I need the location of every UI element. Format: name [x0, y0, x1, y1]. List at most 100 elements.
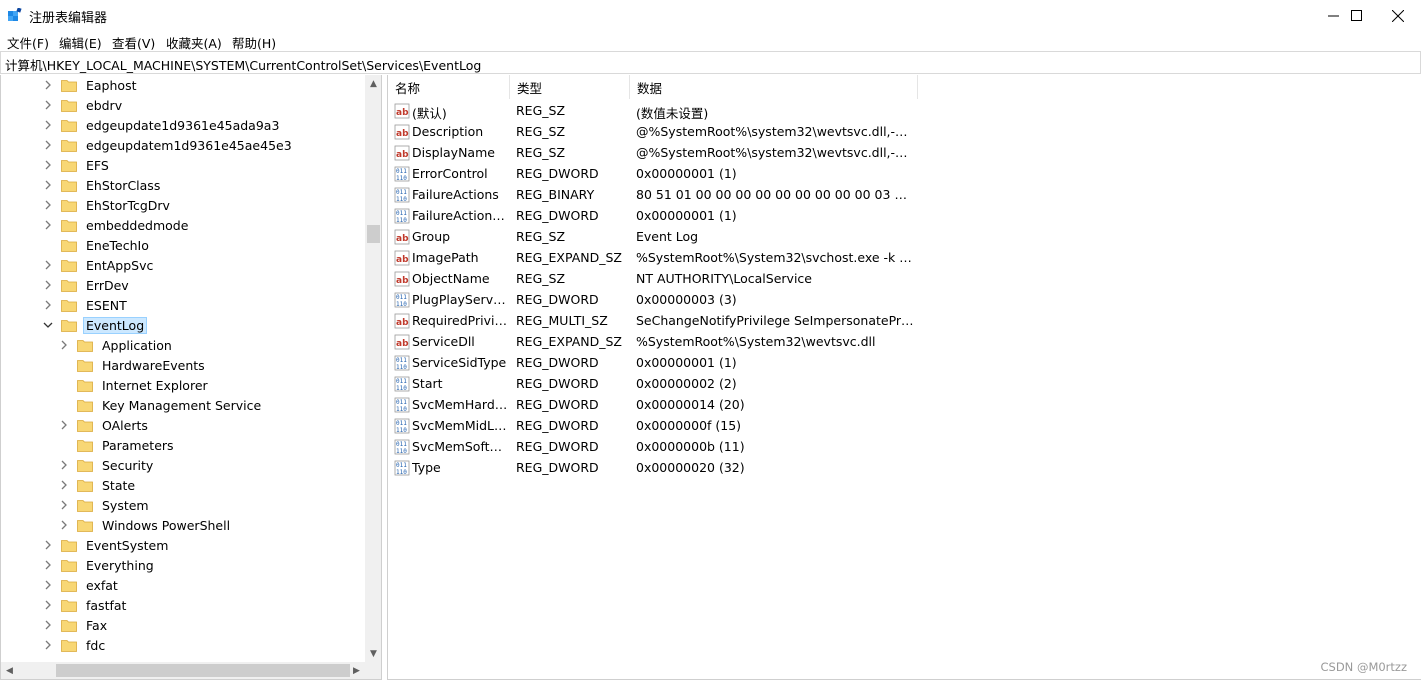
- tree-node[interactable]: ErrDev: [43, 275, 132, 295]
- chevron-right-icon[interactable]: [59, 460, 69, 470]
- tree-node[interactable]: edgeupdate1d9361e45ada9a3: [43, 115, 282, 135]
- menu-file[interactable]: 文件(F): [7, 33, 49, 52]
- chevron-right-icon[interactable]: [43, 560, 53, 570]
- scroll-right-arrow[interactable]: ▶: [348, 662, 365, 679]
- value-row[interactable]: ab RequiredPrivile... REG_MULTI_SZ SeChange…: [388, 310, 988, 331]
- chevron-right-icon[interactable]: [59, 500, 69, 510]
- tree-node[interactable]: Internet Explorer: [59, 375, 211, 395]
- tree-node[interactable]: Windows PowerShell: [59, 515, 233, 535]
- value-row[interactable]: ab Group REG_SZ Event Log: [388, 226, 988, 247]
- tree-node[interactable]: EFS: [43, 155, 112, 175]
- value-row[interactable]: ab DisplayName REG_SZ @%SystemRoot%\system3…: [388, 142, 988, 163]
- tree-node[interactable]: EventLog: [43, 315, 148, 335]
- value-row[interactable]: 011 110 Type REG_DWORD 0x00000020 (32): [388, 457, 988, 478]
- tree-node[interactable]: EventSystem: [43, 535, 171, 555]
- value-row[interactable]: 011 110 ServiceSidType REG_DWORD 0x00000001 …: [388, 352, 988, 373]
- value-row[interactable]: ab ImagePath REG_EXPAND_SZ %SystemRoot%\Sys…: [388, 247, 988, 268]
- tree-node[interactable]: embeddedmode: [43, 215, 191, 235]
- chevron-right-icon[interactable]: [43, 600, 53, 610]
- chevron-right-icon[interactable]: [43, 280, 53, 290]
- tree-node[interactable]: Application: [59, 335, 175, 355]
- close-icon: [1392, 9, 1404, 22]
- tree-node[interactable]: Everything: [43, 555, 157, 575]
- tree-node[interactable]: OAlerts: [59, 415, 151, 435]
- value-row[interactable]: 011 110 SvcMemMidLi... REG_DWORD 0x0000000f …: [388, 415, 988, 436]
- tree-horizontal-scroll-thumb[interactable]: [56, 664, 350, 677]
- value-type: REG_DWORD: [516, 208, 599, 223]
- menu-edit[interactable]: 编辑(E): [59, 33, 102, 52]
- svg-text:110: 110: [396, 385, 407, 392]
- chevron-right-icon[interactable]: [43, 300, 53, 310]
- chevron-right-icon[interactable]: [43, 120, 53, 130]
- scroll-left-arrow[interactable]: ◀: [1, 662, 18, 679]
- value-row[interactable]: 011 110 FailureActions REG_BINARY 80 51 01 0…: [388, 184, 988, 205]
- value-row[interactable]: 011 110 FailureActions... REG_DWORD 0x000000…: [388, 205, 988, 226]
- tree-node[interactable]: State: [59, 475, 138, 495]
- tree-node[interactable]: HardwareEvents: [59, 355, 208, 375]
- tree-node[interactable]: edgeupdatem1d9361e45ae45e3: [43, 135, 295, 155]
- values-list-pane[interactable]: 名称 类型 数据 ab (默认) REG_SZ (数值未设置) ab Descriptio…: [387, 75, 1421, 680]
- column-header-type[interactable]: 类型: [510, 75, 630, 99]
- tree-node[interactable]: EhStorClass: [43, 175, 163, 195]
- tree-node[interactable]: Fax: [43, 615, 110, 635]
- menu-help[interactable]: 帮助(H): [232, 33, 276, 52]
- chevron-right-icon[interactable]: [43, 100, 53, 110]
- value-row[interactable]: ab ObjectName REG_SZ NT AUTHORITY\LocalServ…: [388, 268, 988, 289]
- value-data: 0x00000003 (3): [636, 292, 737, 307]
- chevron-right-icon[interactable]: [59, 420, 69, 430]
- value-row[interactable]: 011 110 ErrorControl REG_DWORD 0x00000001 (1…: [388, 163, 988, 184]
- tree-node[interactable]: ebdrv: [43, 95, 125, 115]
- value-row[interactable]: 011 110 SvcMemHardLi... REG_DWORD 0x00000014…: [388, 394, 988, 415]
- scroll-down-arrow[interactable]: ▼: [365, 645, 381, 662]
- chevron-right-icon[interactable]: [43, 640, 53, 650]
- tree-node[interactable]: System: [59, 495, 152, 515]
- chevron-right-icon[interactable]: [43, 220, 53, 230]
- chevron-right-icon[interactable]: [43, 200, 53, 210]
- address-path[interactable]: 计算机\HKEY_LOCAL_MACHINE\SYSTEM\CurrentCon…: [5, 55, 481, 74]
- menu-favorites[interactable]: 收藏夹(A): [166, 33, 222, 52]
- tree-node[interactable]: Eaphost: [43, 75, 139, 95]
- chevron-right-icon[interactable]: [43, 180, 53, 190]
- tree-node[interactable]: fdc: [43, 635, 108, 655]
- tree-node[interactable]: EhStorTcgDrv: [43, 195, 173, 215]
- tree-node[interactable]: fastfat: [43, 595, 129, 615]
- tree-node[interactable]: Security: [59, 455, 156, 475]
- menu-view[interactable]: 查看(V): [112, 33, 155, 52]
- column-header-data[interactable]: 数据: [630, 75, 918, 99]
- tree-node[interactable]: Parameters: [59, 435, 177, 455]
- maximize-button[interactable]: [1333, 0, 1379, 31]
- value-row[interactable]: 011 110 SvcMemSoftLi... REG_DWORD 0x0000000b…: [388, 436, 988, 457]
- tree-node[interactable]: ESENT: [43, 295, 130, 315]
- string-value-icon: ab: [394, 334, 410, 350]
- chevron-right-icon[interactable]: [59, 340, 69, 350]
- chevron-right-icon[interactable]: [43, 80, 53, 90]
- chevron-right-icon[interactable]: [43, 140, 53, 150]
- tree-vertical-scroll-thumb[interactable]: [367, 225, 380, 243]
- tree-node[interactable]: exfat: [43, 575, 121, 595]
- tree-vertical-scrollbar[interactable]: ▲ ▼: [365, 75, 381, 662]
- tree-node[interactable]: Key Management Service: [59, 395, 264, 415]
- value-row[interactable]: 011 110 PlugPlayServic... REG_DWORD 0x000000…: [388, 289, 988, 310]
- chevron-down-icon[interactable]: [43, 320, 53, 330]
- close-button[interactable]: [1375, 0, 1421, 31]
- tree-node[interactable]: EntAppSvc: [43, 255, 156, 275]
- tree-node[interactable]: EneTechIo: [43, 235, 152, 255]
- chevron-right-icon[interactable]: [43, 540, 53, 550]
- chevron-right-icon[interactable]: [43, 160, 53, 170]
- address-bar[interactable]: 计算机\HKEY_LOCAL_MACHINE\SYSTEM\CurrentCon…: [0, 51, 1421, 74]
- svg-text:110: 110: [396, 175, 407, 182]
- column-header-name[interactable]: 名称: [388, 75, 510, 99]
- tree-node-label: Windows PowerShell: [102, 517, 231, 533]
- key-tree-pane[interactable]: Eaphost ebdrv edgeupdate1d9361e45ada9a3 edg…: [0, 75, 382, 680]
- value-row[interactable]: 011 110 Start REG_DWORD 0x00000002 (2): [388, 373, 988, 394]
- chevron-right-icon[interactable]: [43, 620, 53, 630]
- value-row[interactable]: ab (默认) REG_SZ (数值未设置): [388, 100, 988, 121]
- chevron-right-icon[interactable]: [43, 580, 53, 590]
- chevron-right-icon[interactable]: [59, 480, 69, 490]
- tree-horizontal-scrollbar[interactable]: ◀ ▶: [1, 662, 365, 679]
- scroll-up-arrow[interactable]: ▲: [365, 75, 381, 92]
- chevron-right-icon[interactable]: [43, 260, 53, 270]
- chevron-right-icon[interactable]: [59, 520, 69, 530]
- value-row[interactable]: ab Description REG_SZ @%SystemRoot%\system3…: [388, 121, 988, 142]
- value-row[interactable]: ab ServiceDll REG_EXPAND_SZ %SystemRoot%\Sy…: [388, 331, 988, 352]
